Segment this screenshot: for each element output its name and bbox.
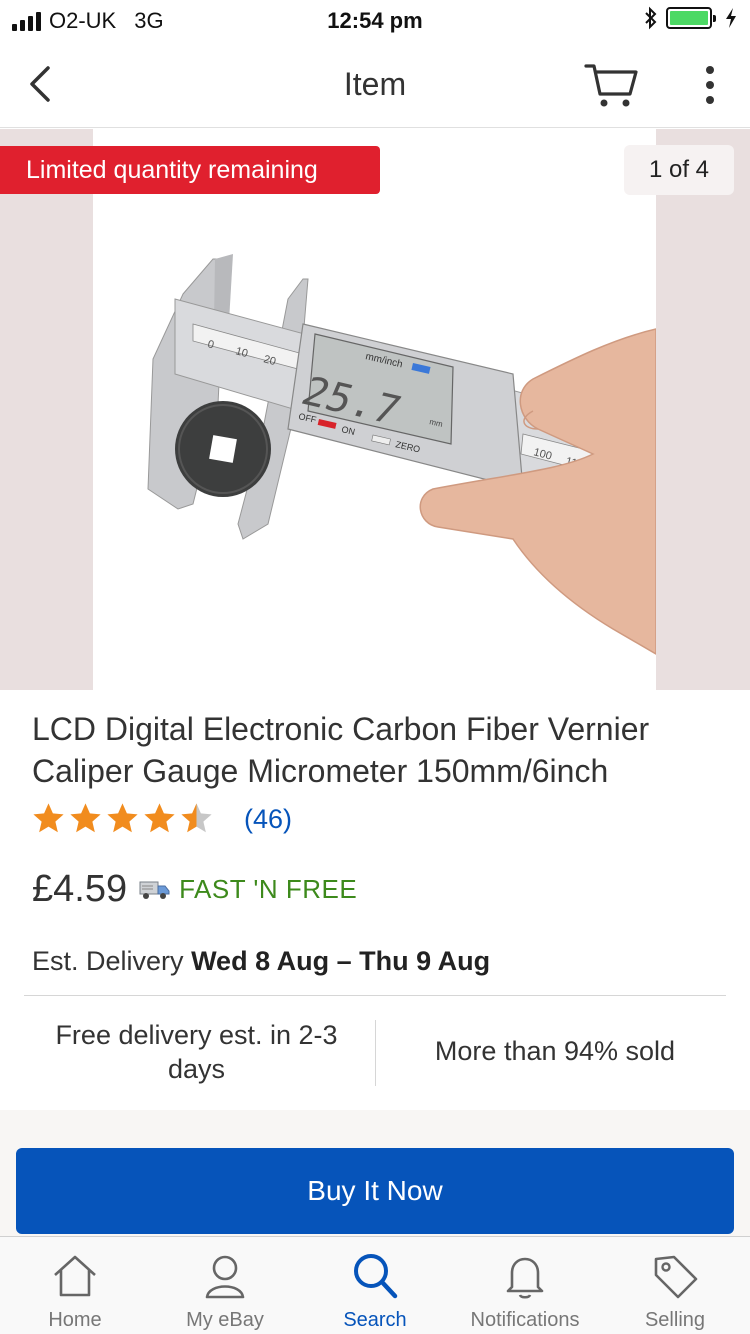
- sold-percentage-info: More than 94% sold: [434, 1036, 676, 1066]
- tab-home-label: Home: [48, 1309, 102, 1331]
- tab-search-label: Search: [343, 1309, 407, 1331]
- tab-home[interactable]: Home: [0, 1237, 150, 1334]
- search-icon: [354, 1254, 398, 1299]
- price: £4.59: [32, 868, 128, 910]
- delivery-label: Est. Delivery: [32, 946, 184, 976]
- image-gallery[interactable]: 10 20 0 100 110 mm/inch 25.7 mm OFF ON Z…: [0, 129, 750, 690]
- star-icon: [33, 803, 64, 833]
- estimated-delivery: Est. Delivery Wed 8 Aug – Thu 9 Aug: [32, 946, 490, 977]
- status-time: 12:54 pm: [327, 8, 423, 33]
- cart-icon[interactable]: [582, 60, 642, 110]
- item-title: LCD Digital Electronic Carbon Fiber Vern…: [32, 711, 650, 789]
- star-icon: [144, 803, 175, 833]
- star-rating[interactable]: [32, 802, 213, 835]
- star-icon: [70, 803, 101, 833]
- bell-icon: [506, 1257, 544, 1299]
- delivery-dates: Wed 8 Aug – Thu 9 Aug: [191, 946, 491, 976]
- nav-bar: Item: [0, 40, 750, 128]
- buy-it-now-button[interactable]: Buy It Now: [16, 1148, 734, 1234]
- image-counter: 1 of 4: [624, 145, 734, 195]
- tab-notifications[interactable]: Notifications: [450, 1237, 600, 1334]
- user-icon: [205, 1255, 245, 1299]
- tab-bar: Home My eBay Search Notifications Sellin…: [0, 1236, 750, 1334]
- star-icon: [181, 803, 212, 833]
- product-image[interactable]: 10 20 0 100 110 mm/inch 25.7 mm OFF ON Z…: [93, 129, 656, 690]
- tab-search[interactable]: Search: [300, 1237, 450, 1334]
- tab-my-ebay[interactable]: My eBay: [150, 1237, 300, 1334]
- tab-notifications-label: Notifications: [470, 1309, 580, 1331]
- item-details: LCD Digital Electronic Carbon Fiber Vern…: [0, 690, 750, 1110]
- tag-icon: [654, 1255, 698, 1299]
- stars: [32, 802, 213, 835]
- review-count-link[interactable]: (46): [244, 804, 292, 835]
- fast-n-free-label: FAST 'N FREE: [179, 874, 358, 904]
- caliper-illustration: 10 20 0 100 110 mm/inch 25.7 mm OFF ON Z…: [147, 254, 656, 655]
- divider: [24, 995, 726, 996]
- more-vertical-icon[interactable]: [692, 62, 728, 108]
- bluetooth-icon: [645, 6, 657, 30]
- tab-selling[interactable]: Selling: [600, 1237, 750, 1334]
- status-bar: O2-UK 3G 12:54 pm: [0, 0, 750, 40]
- free-delivery-info: Free delivery est. in 2-3 days: [55, 1020, 338, 1084]
- limited-quantity-badge: Limited quantity remaining: [0, 146, 380, 194]
- truck-icon: [139, 881, 170, 899]
- tab-my-ebay-label: My eBay: [186, 1309, 264, 1331]
- star-icon: [107, 803, 138, 833]
- price-row: £4.59 FAST 'N FREE: [32, 868, 357, 911]
- status-right: [644, 6, 738, 30]
- home-icon: [54, 1255, 96, 1297]
- info-separator: [375, 1020, 376, 1086]
- battery-icon: [666, 7, 716, 29]
- charging-icon: [726, 8, 736, 28]
- tab-selling-label: Selling: [644, 1309, 706, 1331]
